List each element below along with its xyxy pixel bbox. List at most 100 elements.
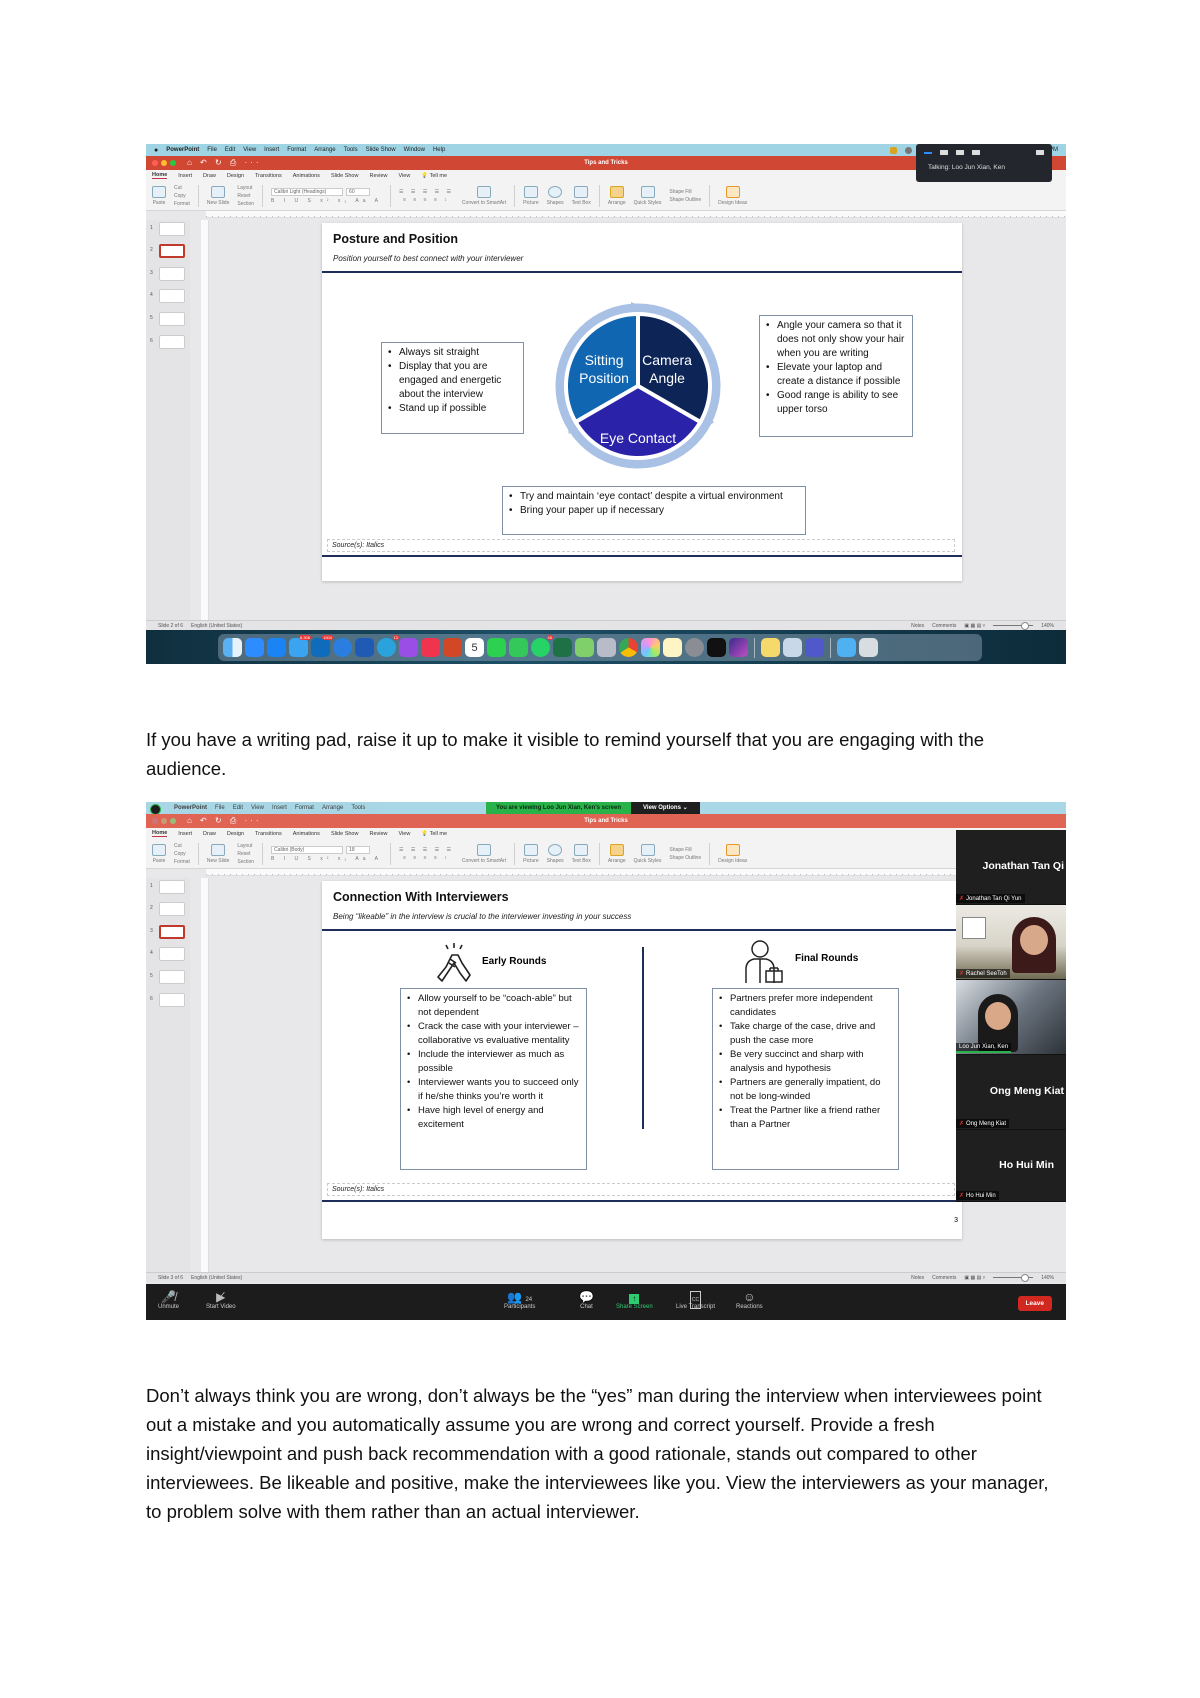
zoom-app-icon[interactable]: [245, 638, 264, 657]
shape-fill-button[interactable]: Shape Fill: [669, 847, 691, 853]
layout-button[interactable]: Layout: [237, 843, 252, 849]
menu-arrange[interactable]: Arrange: [322, 805, 343, 811]
unmute-button[interactable]: 🎤̸ Unmute: [158, 1290, 179, 1310]
status-icon[interactable]: [904, 146, 912, 154]
copy-button[interactable]: Copy: [174, 851, 186, 857]
exit-panel-icon[interactable]: [1036, 150, 1044, 155]
telegram-icon[interactable]: 13: [377, 635, 399, 657]
tab-transitions[interactable]: Transitions: [255, 173, 282, 179]
close-window-button[interactable]: [152, 818, 158, 824]
new-slide-button[interactable]: New Slide: [207, 185, 229, 206]
zoom-floating-panel[interactable]: Talking: Loo Jun Xian, Ken: [916, 144, 1052, 182]
menu-view[interactable]: View: [243, 147, 256, 153]
shape-fill-button[interactable]: Shape Fill: [669, 189, 691, 195]
slide-thumbnail-1[interactable]: [159, 880, 185, 894]
menu-app-name[interactable]: PowerPoint: [174, 805, 207, 811]
participants-button[interactable]: 👥 24 Participants: [504, 1290, 535, 1310]
podcasts-icon[interactable]: [399, 638, 418, 657]
menu-window[interactable]: Window: [404, 147, 425, 153]
section-button[interactable]: Section: [237, 201, 254, 207]
chat-button[interactable]: 💬 Chat: [579, 1290, 594, 1310]
tab-home[interactable]: Home: [152, 830, 168, 837]
tab-view[interactable]: View: [399, 173, 411, 179]
picture-button[interactable]: Picture: [523, 185, 539, 206]
menu-view[interactable]: View: [251, 805, 264, 811]
copy-button[interactable]: Copy: [174, 193, 186, 199]
tab-tell-me[interactable]: 💡 Tell me: [421, 173, 447, 179]
tab-draw[interactable]: Draw: [203, 173, 216, 179]
app-store-icon[interactable]: [267, 638, 286, 657]
comments-button[interactable]: Comments: [932, 623, 956, 629]
quick-styles-button[interactable]: Quick Styles: [634, 843, 661, 864]
launchpad-icon[interactable]: [597, 638, 616, 657]
convert-smartart-button[interactable]: Convert to SmartArt: [462, 185, 506, 206]
shape-outline-button[interactable]: Shape Outline: [669, 197, 701, 203]
menu-edit[interactable]: Edit: [233, 805, 243, 811]
font-size-select[interactable]: 60: [346, 187, 371, 196]
speaker-view-icon[interactable]: [940, 150, 948, 155]
messages-icon[interactable]: [509, 638, 528, 657]
paste-button[interactable]: Paste: [152, 843, 166, 864]
system-preferences-icon[interactable]: [685, 638, 704, 657]
close-window-button[interactable]: [152, 160, 158, 166]
tab-review[interactable]: Review: [369, 831, 387, 837]
design-ideas-button[interactable]: Design Ideas: [718, 185, 747, 206]
menu-insert[interactable]: Insert: [264, 147, 279, 153]
photos-icon[interactable]: [641, 638, 660, 657]
arrange-button[interactable]: Arrange: [608, 185, 626, 206]
font-size-select[interactable]: 18: [346, 845, 371, 854]
slide-thumbnail-4[interactable]: [159, 289, 185, 303]
view-buttons[interactable]: ▣ ▦ ▤ ▿: [964, 1275, 985, 1281]
start-video-button[interactable]: ▶̸ Start Video: [206, 1290, 236, 1310]
powerpoint-icon[interactable]: [443, 638, 462, 657]
excel-icon[interactable]: [553, 638, 572, 657]
tab-transitions[interactable]: Transitions: [255, 831, 282, 837]
facetime-icon[interactable]: [487, 638, 506, 657]
tab-view[interactable]: View: [399, 831, 411, 837]
minimize-view-icon[interactable]: [924, 151, 932, 154]
participant-tile-video[interactable]: Loo Jun Xian, Ken: [956, 980, 1066, 1055]
maximize-window-button[interactable]: [170, 818, 176, 824]
menu-tools[interactable]: Tools: [351, 805, 365, 811]
paste-button[interactable]: Paste: [152, 185, 166, 206]
zoom-slider[interactable]: [993, 622, 1034, 630]
tab-draw[interactable]: Draw: [203, 831, 216, 837]
slide-thumbnail-4[interactable]: [159, 947, 185, 961]
trash-icon[interactable]: [859, 638, 878, 657]
notes-button[interactable]: Notes: [911, 623, 924, 629]
font-family-select[interactable]: Calibri (Body): [271, 845, 344, 854]
outlook-icon[interactable]: 1904: [311, 635, 333, 657]
minimize-window-button[interactable]: [161, 160, 167, 166]
tab-review[interactable]: Review: [369, 173, 387, 179]
shield-status-icon[interactable]: [889, 146, 897, 154]
gallery-view-icon[interactable]: [972, 150, 980, 155]
quick-access-toolbar[interactable]: ⌂ ↶ ↻ ⎙ ···: [187, 158, 262, 168]
cut-button[interactable]: Cut: [174, 185, 182, 191]
slide-thumbnail-5[interactable]: [159, 312, 185, 326]
minimize-window-button[interactable]: [161, 818, 167, 824]
menu-insert[interactable]: Insert: [272, 805, 287, 811]
participant-tile[interactable]: Ho Hui Min ✗ Ho Hui Min: [956, 1130, 1066, 1202]
view-options-button[interactable]: View Options ⌄: [631, 802, 700, 814]
stickies-icon[interactable]: [761, 638, 780, 657]
language[interactable]: English (United States): [191, 623, 242, 629]
shapes-button[interactable]: Shapes: [547, 843, 564, 864]
cut-button[interactable]: Cut: [174, 843, 182, 849]
tab-insert[interactable]: Insert: [178, 173, 192, 179]
slide-thumbnail-3[interactable]: [159, 267, 185, 281]
slide-thumbnail-6[interactable]: [159, 993, 185, 1007]
slide-connection-with-interviewers[interactable]: Connection With Interviewers Being “like…: [322, 881, 962, 1239]
font-format-buttons[interactable]: B I U S x² x₂ Aa A: [271, 856, 382, 862]
slide-thumbnail-1[interactable]: [159, 222, 185, 236]
text-box-button[interactable]: Text Box: [572, 843, 591, 864]
tab-design[interactable]: Design: [227, 173, 244, 179]
convert-smartart-button[interactable]: Convert to SmartArt: [462, 843, 506, 864]
menu-edit[interactable]: Edit: [225, 147, 235, 153]
menu-slide-show[interactable]: Slide Show: [366, 147, 396, 153]
menu-format[interactable]: Format: [295, 805, 314, 811]
slide-thumbnail-2[interactable]: [159, 244, 185, 258]
reactions-button[interactable]: ☺ Reactions: [736, 1290, 763, 1310]
notes-icon[interactable]: [663, 638, 682, 657]
preview-icon[interactable]: [783, 638, 802, 657]
arrange-button[interactable]: Arrange: [608, 843, 626, 864]
